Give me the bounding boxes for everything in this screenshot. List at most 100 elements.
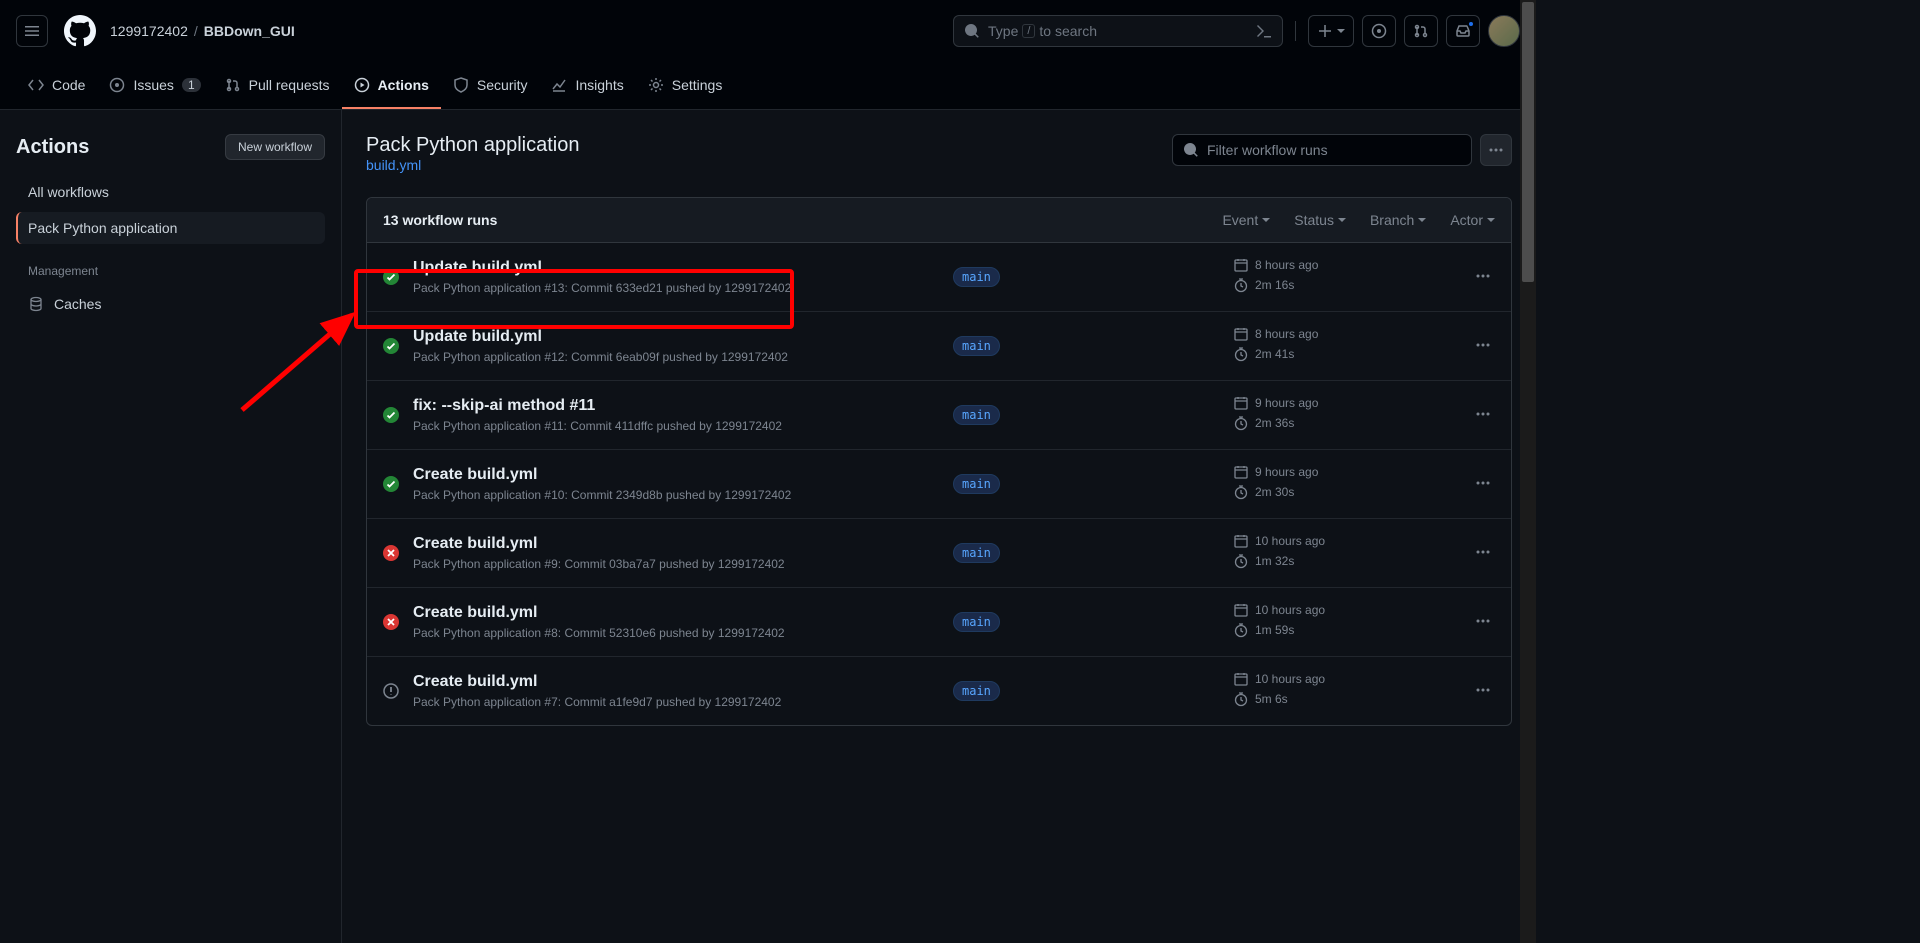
run-time: 9 hours ago — [1233, 395, 1383, 411]
kebab-icon — [1475, 337, 1491, 353]
run-row: fix: --skip-ai method #11Pack Python app… — [367, 381, 1511, 450]
run-time: 8 hours ago — [1233, 257, 1383, 273]
branch-pill[interactable]: main — [953, 681, 1000, 701]
breadcrumb: 1299172402 / BBDown_GUI — [110, 23, 295, 39]
branch-pill[interactable]: main — [953, 474, 1000, 494]
caret-down-icon — [1487, 216, 1495, 224]
filter-status[interactable]: Status — [1294, 212, 1346, 228]
search-placeholder-type: Type — [988, 23, 1018, 39]
tab-insights[interactable]: Insights — [539, 62, 635, 109]
workflow-file-link[interactable]: build.yml — [366, 157, 421, 173]
run-duration: 2m 36s — [1233, 415, 1383, 431]
run-row: Create build.yml Pack Python application … — [367, 588, 1511, 657]
calendar-icon — [1233, 326, 1249, 342]
run-duration: 1m 32s — [1233, 553, 1383, 569]
tab-pulls[interactable]: Pull requests — [213, 62, 342, 109]
issue-icon — [109, 77, 125, 93]
calendar-icon — [1233, 602, 1249, 618]
tab-actions-label: Actions — [378, 77, 429, 93]
notifications-button[interactable] — [1446, 15, 1480, 47]
caret-down-icon — [1418, 216, 1426, 224]
management-header: Management — [28, 264, 325, 278]
issues-button[interactable] — [1362, 15, 1396, 47]
run-title-link[interactable]: Create build.yml — [413, 604, 953, 622]
run-menu-button[interactable] — [1471, 609, 1495, 636]
all-workflows-item[interactable]: All workflows — [16, 176, 325, 208]
stop-circle-icon — [383, 683, 399, 699]
run-row: Create build.ymlPack Python application … — [367, 450, 1511, 519]
run-duration: 2m 41s — [1233, 346, 1383, 362]
run-row: Create build.ymlPack Python application … — [367, 657, 1511, 725]
github-logo-icon[interactable] — [64, 15, 96, 47]
workflow-menu-button[interactable] — [1480, 134, 1512, 166]
workflow-item-selected[interactable]: Pack Python application — [16, 212, 325, 244]
command-palette-icon — [1256, 23, 1272, 39]
run-title-link[interactable]: Create build.yml — [413, 535, 953, 553]
search-input[interactable]: Type / to search — [953, 15, 1283, 47]
hamburger-button[interactable] — [16, 15, 48, 47]
code-icon — [28, 77, 44, 93]
run-title-link[interactable]: Create build.yml — [413, 466, 953, 484]
create-new-button[interactable] — [1308, 15, 1354, 47]
run-title-link[interactable]: fix: --skip-ai method #11 — [413, 397, 953, 415]
repo-nav: Code Issues 1 Pull requests Actions Secu… — [0, 62, 1536, 110]
pull-request-icon — [225, 77, 241, 93]
sidebar-title: Actions — [16, 136, 89, 159]
run-title-link[interactable]: Update build.yml — [413, 259, 953, 277]
filter-event[interactable]: Event — [1222, 212, 1270, 228]
tab-settings[interactable]: Settings — [636, 62, 735, 109]
run-time: 8 hours ago — [1233, 326, 1383, 342]
scrollbar-thumb[interactable] — [1522, 2, 1534, 282]
branch-pill[interactable]: main — [953, 612, 1000, 632]
stopwatch-icon — [1233, 346, 1249, 362]
pull-requests-button[interactable] — [1404, 15, 1438, 47]
tab-actions[interactable]: Actions — [342, 62, 441, 109]
run-menu-button[interactable] — [1471, 333, 1495, 360]
run-subtitle: Pack Python application #8: Commit 52310… — [413, 626, 953, 640]
tab-issues[interactable]: Issues 1 — [97, 62, 212, 109]
calendar-icon — [1233, 533, 1249, 549]
run-title-link[interactable]: Update build.yml — [413, 328, 953, 346]
run-menu-button[interactable] — [1471, 540, 1495, 567]
user-avatar[interactable] — [1488, 15, 1520, 47]
issue-icon — [1371, 23, 1387, 39]
tab-security-label: Security — [477, 77, 528, 93]
run-menu-button[interactable] — [1471, 678, 1495, 705]
stopwatch-icon — [1233, 277, 1249, 293]
repo-link[interactable]: BBDown_GUI — [204, 23, 295, 39]
tab-code[interactable]: Code — [16, 62, 97, 109]
branch-pill[interactable]: main — [953, 543, 1000, 563]
run-duration: 2m 30s — [1233, 484, 1383, 500]
run-title-link[interactable]: Create build.yml — [413, 673, 953, 691]
branch-pill[interactable]: main — [953, 267, 1000, 287]
kebab-icon — [1475, 406, 1491, 422]
plus-icon — [1317, 23, 1333, 39]
run-menu-button[interactable] — [1471, 264, 1495, 291]
stopwatch-icon — [1233, 484, 1249, 500]
tab-security[interactable]: Security — [441, 62, 540, 109]
run-time: 10 hours ago — [1233, 671, 1383, 687]
runs-list: 13 workflow runs Event Status Branch Act… — [366, 197, 1512, 726]
search-slash-key: / — [1022, 24, 1035, 38]
caches-label: Caches — [54, 296, 101, 312]
scrollbar[interactable] — [1520, 0, 1536, 943]
search-placeholder-suffix: to search — [1039, 23, 1097, 39]
run-duration: 2m 16s — [1233, 277, 1383, 293]
tab-insights-label: Insights — [575, 77, 623, 93]
branch-pill[interactable]: main — [953, 336, 1000, 356]
new-workflow-button[interactable]: New workflow — [225, 134, 325, 160]
caches-item[interactable]: Caches — [16, 288, 325, 320]
filter-branch[interactable]: Branch — [1370, 212, 1426, 228]
branch-pill[interactable]: main — [953, 405, 1000, 425]
tab-code-label: Code — [52, 77, 85, 93]
filter-actor[interactable]: Actor — [1450, 212, 1495, 228]
check-circle-icon — [383, 338, 399, 354]
run-menu-button[interactable] — [1471, 402, 1495, 429]
run-menu-button[interactable] — [1471, 471, 1495, 498]
filter-input[interactable]: Filter workflow runs — [1172, 134, 1472, 166]
owner-link[interactable]: 1299172402 — [110, 23, 188, 39]
tab-pulls-label: Pull requests — [249, 77, 330, 93]
actions-sidebar: Actions New workflow All workflows Pack … — [0, 110, 342, 943]
kebab-icon — [1488, 142, 1504, 158]
run-duration: 1m 59s — [1233, 622, 1383, 638]
